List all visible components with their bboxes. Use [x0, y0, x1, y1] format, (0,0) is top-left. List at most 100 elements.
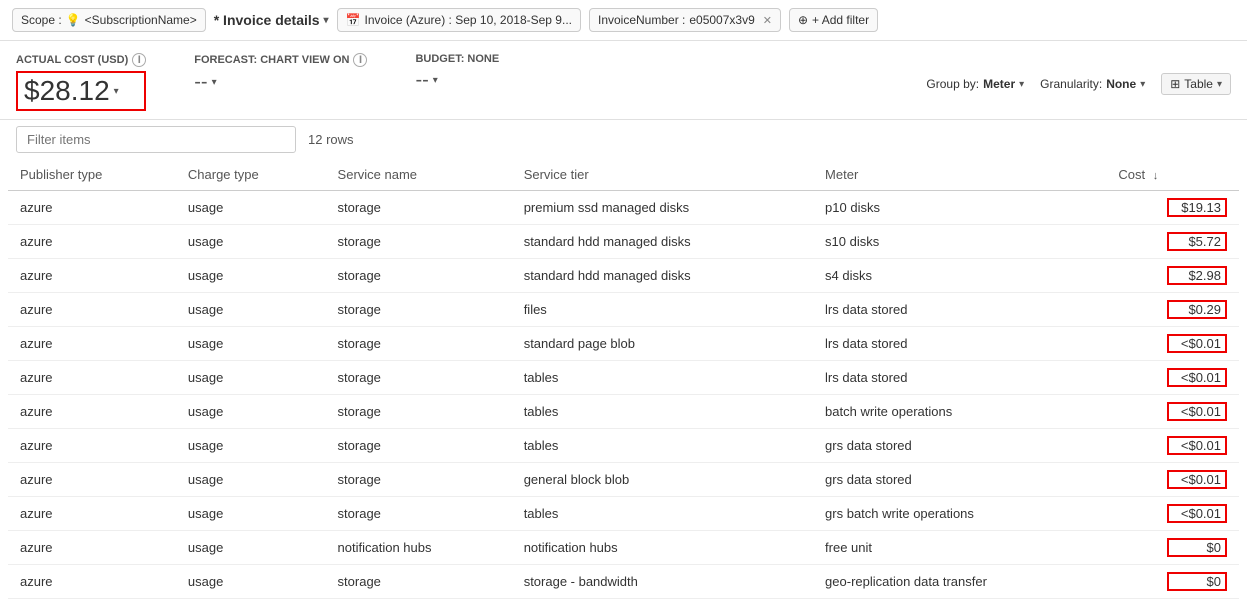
top-bar: Scope : 💡 <SubscriptionName> * Invoice d… [0, 0, 1247, 41]
cell-service-tier: tables [512, 395, 813, 429]
forecast-chevron-icon: ▾ [212, 77, 217, 88]
col-meter: Meter [813, 159, 1106, 191]
data-table: Publisher type Charge type Service name … [8, 159, 1239, 599]
cell-charge-type: usage [176, 259, 326, 293]
cell-meter: lrs data stored [813, 361, 1106, 395]
cell-meter: batch write operations [813, 395, 1106, 429]
cell-meter: free unit [813, 531, 1106, 565]
cell-publisher-type: azure [8, 565, 176, 599]
table-row: azureusagestoragestorage - bandwidthgeo-… [8, 565, 1239, 599]
cell-service-name: storage [326, 497, 512, 531]
granularity-control[interactable]: Granularity: None ▾ [1040, 77, 1145, 91]
actual-cost-value[interactable]: $28.12 ▾ [16, 71, 146, 111]
cell-cost: $5.72 [1106, 225, 1239, 259]
add-filter-icon: ⊕ [798, 13, 808, 27]
cell-publisher-type: azure [8, 531, 176, 565]
cost-value: $2.98 [1167, 266, 1227, 285]
invoice-filter-pill[interactable]: 📅 Invoice (Azure) : Sep 10, 2018-Sep 9..… [337, 8, 581, 32]
invoice-details-title[interactable]: * Invoice details ▾ [214, 12, 329, 28]
group-by-control[interactable]: Group by: Meter ▾ [926, 77, 1024, 91]
cell-meter: lrs data stored [813, 327, 1106, 361]
table-row: azureusagestoragetableslrs data stored<$… [8, 361, 1239, 395]
cost-value: $0 [1167, 538, 1227, 557]
cell-service-tier: standard hdd managed disks [512, 225, 813, 259]
cell-service-tier: tables [512, 361, 813, 395]
cell-cost: $0 [1106, 565, 1239, 599]
cost-value: <$0.01 [1167, 334, 1227, 353]
cell-cost: <$0.01 [1106, 395, 1239, 429]
cell-charge-type: usage [176, 429, 326, 463]
actual-cost-info-icon[interactable]: i [132, 53, 146, 67]
cell-service-name: storage [326, 327, 512, 361]
cost-value: <$0.01 [1167, 504, 1227, 523]
cell-charge-type: usage [176, 327, 326, 361]
view-chevron-icon: ▾ [1217, 79, 1222, 90]
actual-cost-chevron-icon: ▾ [114, 86, 119, 97]
scope-pill[interactable]: Scope : 💡 <SubscriptionName> [12, 8, 206, 32]
cell-cost: <$0.01 [1106, 429, 1239, 463]
cell-service-tier: notification hubs [512, 531, 813, 565]
calendar-icon: 📅 [346, 13, 361, 27]
cell-service-name: notification hubs [326, 531, 512, 565]
granularity-chevron-icon: ▾ [1140, 79, 1145, 90]
cost-value: <$0.01 [1167, 368, 1227, 387]
invoice-number-value: e05007x3v9 [689, 13, 754, 27]
cell-service-name: storage [326, 463, 512, 497]
cell-publisher-type: azure [8, 191, 176, 225]
cell-charge-type: usage [176, 293, 326, 327]
forecast-value[interactable]: -- ▾ [194, 71, 367, 94]
cell-publisher-type: azure [8, 429, 176, 463]
invoice-number-pill[interactable]: InvoiceNumber : e05007x3v9 ✕ [589, 8, 781, 32]
cost-value: $5.72 [1167, 232, 1227, 251]
table-wrapper: Publisher type Charge type Service name … [0, 159, 1247, 599]
cell-cost: <$0.01 [1106, 497, 1239, 531]
filter-input[interactable] [16, 126, 296, 153]
granularity-label: Granularity: [1040, 77, 1102, 91]
cell-meter: lrs data stored [813, 293, 1106, 327]
cell-meter: grs data stored [813, 463, 1106, 497]
cell-service-name: storage [326, 395, 512, 429]
budget-label: BUDGET: NONE [415, 53, 499, 65]
cell-service-tier: premium ssd managed disks [512, 191, 813, 225]
cost-value: $0.29 [1167, 300, 1227, 319]
cell-publisher-type: azure [8, 463, 176, 497]
table-row: azureusagestoragetablesgrs batch write o… [8, 497, 1239, 531]
actual-cost-label: ACTUAL COST (USD) i [16, 53, 146, 67]
add-filter-pill[interactable]: ⊕ + Add filter [789, 8, 878, 32]
metrics-row: ACTUAL COST (USD) i $28.12 ▾ FORECAST: C… [0, 41, 1247, 119]
budget-value[interactable]: -- ▾ [415, 69, 499, 92]
cell-service-tier: general block blob [512, 463, 813, 497]
cell-service-tier: standard page blob [512, 327, 813, 361]
filter-row: 12 rows [0, 120, 1247, 159]
col-publisher-type: Publisher type [8, 159, 176, 191]
cell-publisher-type: azure [8, 497, 176, 531]
forecast-block: FORECAST: CHART VIEW ON i -- ▾ [194, 53, 367, 94]
cell-charge-type: usage [176, 565, 326, 599]
cell-service-tier: storage - bandwidth [512, 565, 813, 599]
cell-service-tier: tables [512, 429, 813, 463]
cell-charge-type: usage [176, 361, 326, 395]
cell-service-tier: standard hdd managed disks [512, 259, 813, 293]
cell-charge-type: usage [176, 191, 326, 225]
view-label: Table [1184, 77, 1213, 91]
table-row: azureusagestoragegeneral block blobgrs d… [8, 463, 1239, 497]
col-cost[interactable]: Cost ↓ [1106, 159, 1239, 191]
view-table-button[interactable]: ⊞ Table ▾ [1161, 73, 1231, 95]
table-header: Publisher type Charge type Service name … [8, 159, 1239, 191]
table-row: azureusagestoragetablesbatch write opera… [8, 395, 1239, 429]
budget-block: BUDGET: NONE -- ▾ [415, 53, 499, 92]
table-grid-icon: ⊞ [1170, 77, 1180, 91]
invoice-number-close-icon[interactable]: ✕ [763, 14, 772, 27]
forecast-info-icon[interactable]: i [353, 53, 367, 67]
forecast-label: FORECAST: CHART VIEW ON i [194, 53, 367, 67]
cell-publisher-type: azure [8, 225, 176, 259]
cell-meter: geo-replication data transfer [813, 565, 1106, 599]
scope-label: Scope : [21, 13, 62, 27]
cost-sort-icon: ↓ [1153, 170, 1159, 182]
title-chevron-icon: ▾ [324, 15, 329, 26]
group-by-label: Group by: [926, 77, 979, 91]
cost-value: <$0.01 [1167, 402, 1227, 421]
cell-meter: grs batch write operations [813, 497, 1106, 531]
cell-cost: $2.98 [1106, 259, 1239, 293]
group-by-chevron-icon: ▾ [1019, 79, 1024, 90]
